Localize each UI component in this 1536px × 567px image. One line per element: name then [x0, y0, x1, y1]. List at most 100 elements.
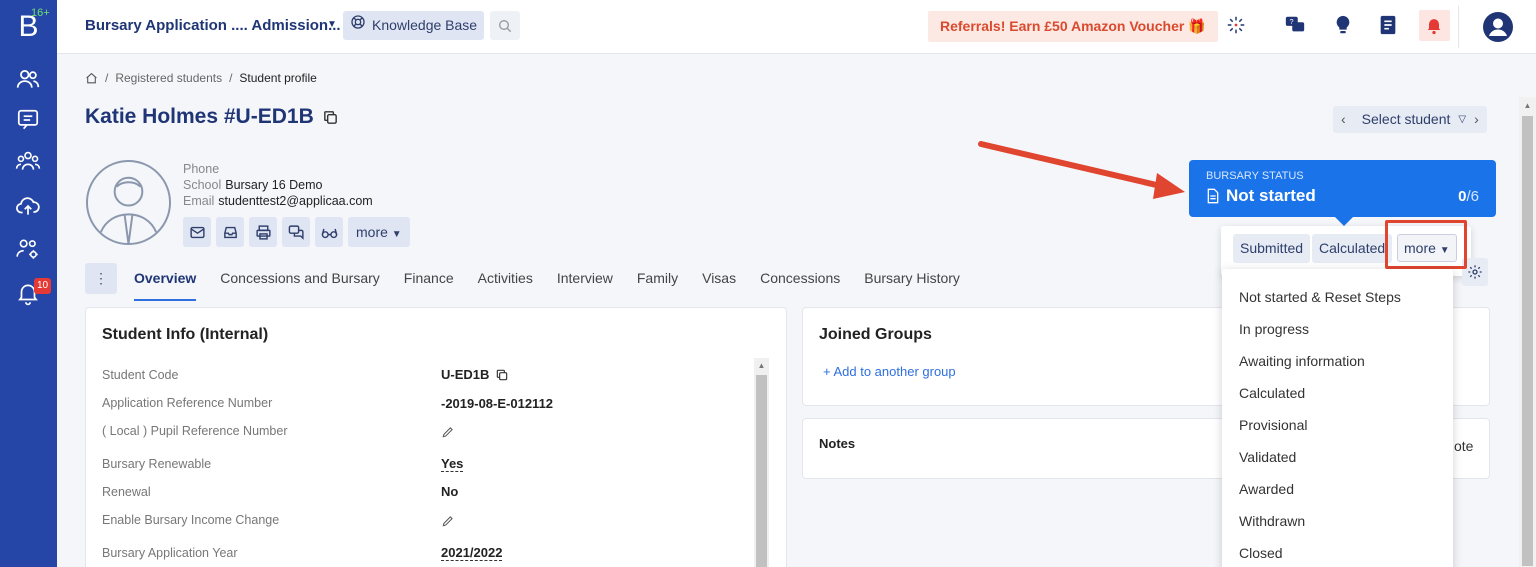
previous-student-icon[interactable]: ‹	[1333, 106, 1354, 133]
tab-overview[interactable]: Overview	[134, 270, 196, 286]
logo-version: 16+	[31, 7, 50, 19]
menu-item-awarded[interactable]: Awarded	[1239, 481, 1294, 497]
bursary-step-count: 0/6	[1458, 188, 1479, 205]
tab-family[interactable]: Family	[637, 270, 678, 286]
menu-item-awaiting-information[interactable]: Awaiting information	[1239, 353, 1365, 369]
chat-help-icon[interactable]: ?	[1284, 14, 1306, 36]
submitted-button[interactable]: Submitted	[1233, 234, 1311, 263]
copy-icon[interactable]	[322, 109, 339, 126]
edit-pencil-icon[interactable]	[441, 514, 455, 531]
breadcrumb-registered-students[interactable]: Registered students	[115, 71, 222, 85]
lightbulb-icon[interactable]	[1332, 14, 1354, 36]
email-button[interactable]	[183, 217, 211, 247]
breadcrumb-student-profile: Student profile	[239, 71, 317, 85]
highlight-box	[1385, 220, 1467, 269]
add-group-link[interactable]: + Add to another group	[823, 364, 956, 379]
active-tab-indicator	[134, 299, 196, 301]
copy-icon[interactable]	[495, 368, 509, 382]
app-title[interactable]: Bursary Application .... Admission...	[85, 17, 341, 34]
notification-count-badge: 10	[34, 278, 52, 294]
app-logo[interactable]: B 16+	[0, 0, 57, 54]
menu-item-closed[interactable]: Closed	[1239, 545, 1283, 561]
breadcrumb: / Registered students / Student profile	[85, 71, 317, 85]
groups-icon[interactable]	[15, 148, 41, 174]
view-button[interactable]	[315, 217, 343, 247]
tab-finance[interactable]: Finance	[404, 270, 454, 286]
menu-item-not-started-reset[interactable]: Not started & Reset Steps	[1239, 289, 1401, 305]
card-title: Joined Groups	[819, 326, 932, 343]
select-student-label[interactable]: Select student	[1354, 106, 1459, 133]
user-avatar-icon[interactable]	[1482, 11, 1514, 43]
referral-banner[interactable]: Referrals! Earn £50 Amazon Voucher 🎁	[928, 11, 1218, 42]
card-scrollbar[interactable]: ▲	[754, 358, 769, 567]
home-icon[interactable]	[85, 72, 98, 85]
profile-actions: more ▼	[183, 217, 410, 247]
cloud-upload-icon[interactable]	[15, 193, 41, 219]
menu-item-calculated[interactable]: Calculated	[1239, 385, 1305, 401]
menu-item-withdrawn[interactable]: Withdrawn	[1239, 513, 1305, 529]
status-dropdown-menu: Not started & Reset Steps In progress Aw…	[1222, 269, 1453, 567]
info-label: Bursary Renewable	[102, 457, 212, 471]
fireworks-icon[interactable]	[1225, 14, 1247, 36]
chat-button[interactable]	[282, 217, 310, 247]
menu-item-validated[interactable]: Validated	[1239, 449, 1296, 465]
bursary-renewable-value[interactable]: Yes	[441, 456, 464, 472]
info-label: Enable Bursary Income Change	[102, 513, 280, 527]
student-contact-info: Phone School Bursary 16 Demo Email student…	[183, 162, 373, 208]
application-year-value[interactable]: 2021/2022	[441, 545, 503, 561]
info-label: Student Code	[102, 368, 179, 382]
info-label: Renewal	[102, 485, 151, 499]
user-settings-icon[interactable]	[15, 236, 41, 262]
student-info-card: Student Info (Internal) Student Code U-E…	[85, 307, 787, 567]
print-button[interactable]	[249, 217, 277, 247]
edit-pencil-icon[interactable]	[441, 425, 455, 442]
caret-down-icon: ▼	[391, 229, 402, 240]
inbox-icon	[223, 226, 237, 238]
tab-concessions-and-bursary[interactable]: Concessions and Bursary	[220, 270, 380, 286]
student-avatar	[85, 159, 172, 246]
annotation-arrow	[978, 141, 1185, 199]
alert-bell-button[interactable]	[1419, 10, 1450, 41]
notes-title: Notes	[819, 436, 856, 451]
users-icon[interactable]	[15, 66, 41, 92]
messages-icon[interactable]	[15, 107, 41, 133]
tab-bursary-history[interactable]: Bursary History	[864, 270, 960, 286]
email-value: studenttest2@applicaa.com	[218, 194, 373, 208]
chevron-down-icon[interactable]: ▽	[1458, 106, 1466, 133]
card-title: Student Info (Internal)	[102, 326, 269, 343]
student-code-value: U-ED1B	[441, 367, 509, 382]
status-pointer	[1334, 216, 1354, 226]
info-label: Application Reference Number	[102, 396, 273, 410]
calculated-button[interactable]: Calculated	[1312, 234, 1393, 263]
tab-visas[interactable]: Visas	[702, 270, 736, 286]
mail-icon	[189, 226, 205, 238]
document-icon[interactable]	[1377, 14, 1399, 36]
tab-concessions[interactable]: Concessions	[760, 270, 840, 286]
menu-item-in-progress[interactable]: In progress	[1239, 321, 1309, 337]
lifebuoy-icon	[350, 11, 366, 40]
tab-interview[interactable]: Interview	[557, 270, 613, 286]
school-value: Bursary 16 Demo	[225, 178, 323, 192]
inbox-button[interactable]	[216, 217, 244, 247]
search-button[interactable]	[490, 11, 520, 40]
add-note-button[interactable]: ote	[1454, 438, 1473, 454]
info-value: -2019-08-E-012112	[441, 396, 554, 411]
bursary-status-panel[interactable]: BURSARY STATUS Not started 0/6	[1189, 160, 1496, 217]
divider	[1458, 6, 1459, 48]
info-label: ( Local ) Pupil Reference Number	[102, 424, 288, 438]
tab-activities[interactable]: Activities	[478, 270, 533, 286]
printer-icon	[255, 224, 271, 240]
search-icon	[499, 19, 512, 32]
next-student-icon[interactable]: ›	[1466, 106, 1487, 133]
document-icon	[1207, 188, 1219, 204]
knowledge-base-label: Knowledge Base	[372, 17, 478, 33]
bursary-status-label: BURSARY STATUS	[1206, 170, 1304, 182]
tabs-menu-button[interactable]: ⋮	[85, 263, 117, 294]
select-student-control[interactable]: ‹ Select student ▽ ›	[1333, 106, 1487, 133]
page-scrollbar[interactable]: ▲	[1519, 97, 1536, 567]
profile-more-button[interactable]: more ▼	[348, 217, 410, 247]
svg-text:?: ?	[1290, 17, 1294, 26]
knowledge-base-button[interactable]: Knowledge Base	[343, 11, 485, 40]
chevron-down-icon[interactable]: ▼	[327, 19, 337, 30]
menu-item-provisional[interactable]: Provisional	[1239, 417, 1307, 433]
